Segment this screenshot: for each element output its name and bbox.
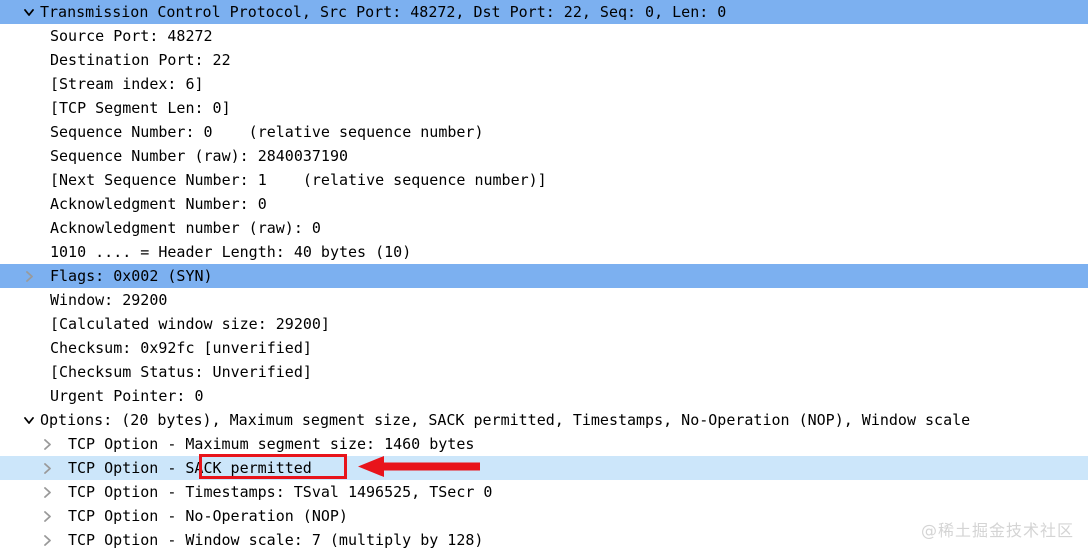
tree-row-sequence-number-label: Sequence Number: 0 (relative sequence nu… — [50, 123, 484, 141]
tree-row-option-window-scale-label: TCP Option - Window scale: 7 (multiply b… — [68, 531, 484, 549]
tree-row-acknowledgment-number-raw-label: Acknowledgment number (raw): 0 — [50, 219, 321, 237]
tree-row-header-length-label: 1010 .... = Header Length: 40 bytes (10) — [50, 243, 412, 261]
tree-row-options-label: Options: (20 bytes), Maximum segment siz… — [40, 411, 971, 429]
tree-row-tcp-protocol[interactable]: Transmission Control Protocol, Src Port:… — [0, 0, 1088, 24]
tree-row-urgent-pointer-label: Urgent Pointer: 0 — [50, 387, 204, 405]
tree-row-checksum[interactable]: Checksum: 0x92fc [unverified] — [0, 336, 1088, 360]
chevron-right-icon[interactable] — [22, 264, 36, 288]
tree-row-calculated-window-size[interactable]: [Calculated window size: 29200] — [0, 312, 1088, 336]
tree-row-sequence-number-raw-label: Sequence Number (raw): 2840037190 — [50, 147, 349, 165]
chevron-right-icon[interactable] — [40, 480, 54, 504]
tree-row-acknowledgment-number[interactable]: Acknowledgment Number: 0 — [0, 192, 1088, 216]
tree-row-checksum-label: Checksum: 0x92fc [unverified] — [50, 339, 312, 357]
tree-row-stream-index-label: [Stream index: 6] — [50, 75, 204, 93]
tree-row-header-length[interactable]: 1010 .... = Header Length: 40 bytes (10) — [0, 240, 1088, 264]
chevron-right-icon[interactable] — [40, 504, 54, 528]
chevron-right-icon[interactable] — [40, 432, 54, 456]
chevron-down-icon[interactable] — [22, 0, 36, 24]
tree-row-checksum-status-label: [Checksum Status: Unverified] — [50, 363, 312, 381]
tree-row-option-mss[interactable]: TCP Option - Maximum segment size: 1460 … — [0, 432, 1088, 456]
tree-row-options[interactable]: Options: (20 bytes), Maximum segment siz… — [0, 408, 1088, 432]
tree-row-tcp-segment-len-label: [TCP Segment Len: 0] — [50, 99, 231, 117]
tree-row-calculated-window-size-label: [Calculated window size: 29200] — [50, 315, 330, 333]
tree-row-next-sequence-number-label: [Next Sequence Number: 1 (relative seque… — [50, 171, 547, 189]
tree-row-tcp-segment-len[interactable]: [TCP Segment Len: 0] — [0, 96, 1088, 120]
tree-row-destination-port-label: Destination Port: 22 — [50, 51, 231, 69]
tree-row-checksum-status[interactable]: [Checksum Status: Unverified] — [0, 360, 1088, 384]
packet-details-pane: Transmission Control Protocol, Src Port:… — [0, 0, 1088, 549]
tree-row-source-port-label: Source Port: 48272 — [50, 27, 213, 45]
tree-row-option-timestamps[interactable]: TCP Option - Timestamps: TSval 1496525, … — [0, 480, 1088, 504]
tree-row-option-mss-label: TCP Option - Maximum segment size: 1460 … — [68, 435, 475, 453]
tree-row-option-sack-permitted[interactable]: TCP Option - SACK permitted — [0, 456, 1088, 480]
chevron-right-icon[interactable] — [40, 456, 54, 480]
tree-row-window[interactable]: Window: 29200 — [0, 288, 1088, 312]
tree-row-acknowledgment-number-raw[interactable]: Acknowledgment number (raw): 0 — [0, 216, 1088, 240]
tree-row-source-port[interactable]: Source Port: 48272 — [0, 24, 1088, 48]
tree-row-flags-label: Flags: 0x002 (SYN) — [50, 267, 213, 285]
tree-row-option-sack-permitted-label: TCP Option - SACK permitted — [68, 459, 312, 477]
chevron-right-icon[interactable] — [40, 528, 54, 549]
tree-row-stream-index[interactable]: [Stream index: 6] — [0, 72, 1088, 96]
tree-row-tcp-protocol-label: Transmission Control Protocol, Src Port:… — [40, 3, 727, 21]
tree-row-next-sequence-number[interactable]: [Next Sequence Number: 1 (relative seque… — [0, 168, 1088, 192]
tree-row-acknowledgment-number-label: Acknowledgment Number: 0 — [50, 195, 267, 213]
tree-row-window-label: Window: 29200 — [50, 291, 168, 309]
tree-row-option-timestamps-label: TCP Option - Timestamps: TSval 1496525, … — [68, 483, 493, 501]
chevron-down-icon[interactable] — [22, 408, 36, 432]
tree-row-option-nop-label: TCP Option - No-Operation (NOP) — [68, 507, 348, 525]
packet-detail-tree[interactable]: Transmission Control Protocol, Src Port:… — [0, 0, 1088, 549]
site-watermark: @稀土掘金技术社区 — [920, 521, 1074, 540]
tree-row-sequence-number[interactable]: Sequence Number: 0 (relative sequence nu… — [0, 120, 1088, 144]
tree-row-urgent-pointer[interactable]: Urgent Pointer: 0 — [0, 384, 1088, 408]
tree-row-sequence-number-raw[interactable]: Sequence Number (raw): 2840037190 — [0, 144, 1088, 168]
tree-row-destination-port[interactable]: Destination Port: 22 — [0, 48, 1088, 72]
tree-row-flags[interactable]: Flags: 0x002 (SYN) — [0, 264, 1088, 288]
